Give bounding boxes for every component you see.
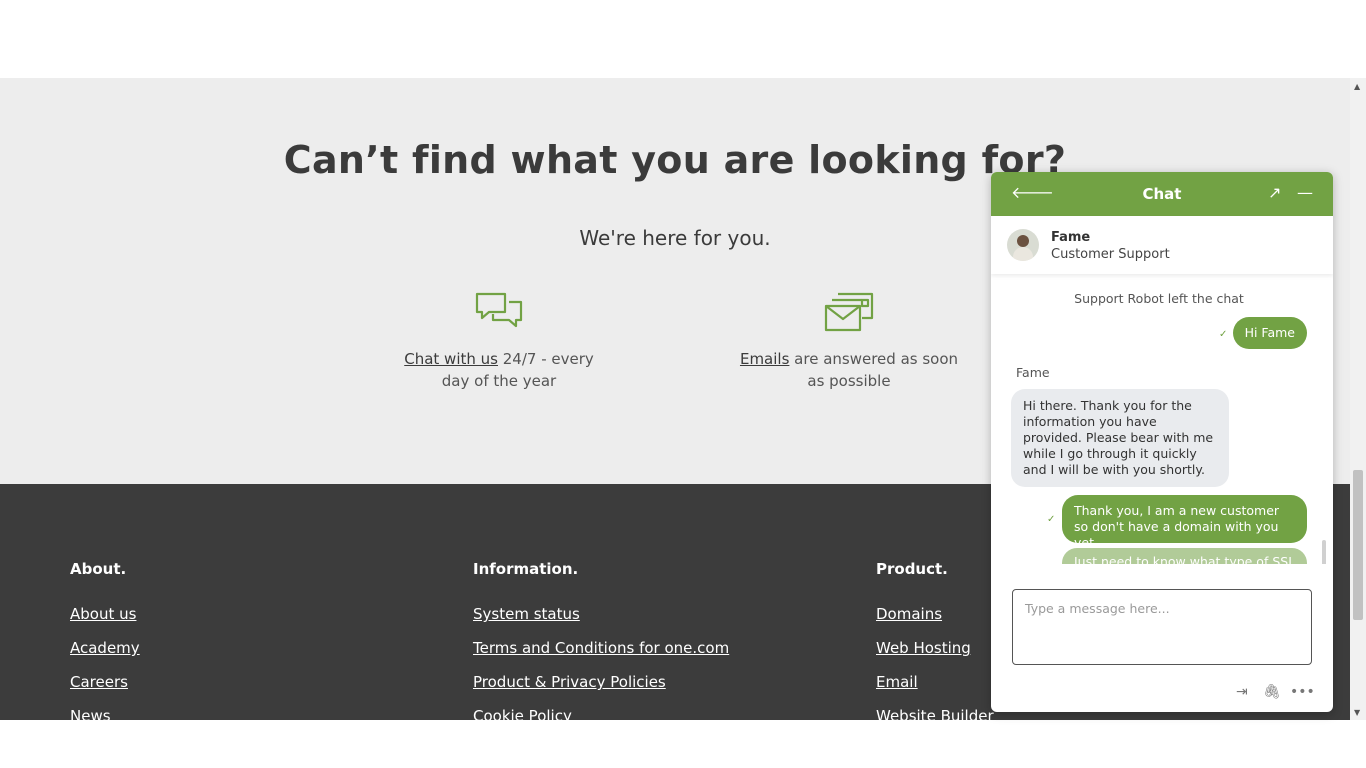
outgoing-message: Hi Fame [1232, 317, 1307, 349]
footer-link-about-us[interactable]: About us [70, 604, 140, 638]
footer-information-column: Information. System status Terms and Con… [473, 560, 729, 740]
agent-info: Fame Customer Support [991, 216, 1333, 274]
footer-link-terms[interactable]: Terms and Conditions for one.com [473, 638, 729, 672]
emails-link[interactable]: Emails [740, 350, 789, 368]
agent-role: Customer Support [1051, 247, 1170, 262]
scroll-thumb[interactable] [1353, 470, 1363, 620]
scroll-up-arrow-icon[interactable]: ▲ [1354, 82, 1360, 91]
incoming-message: Hi there. Thank you for the information … [1011, 389, 1229, 487]
footer-link-privacy[interactable]: Product & Privacy Policies [473, 672, 729, 706]
chat-contact: Chat with us 24/7 - every day of the yea… [389, 290, 609, 392]
message-sender: Fame [1016, 365, 1050, 380]
email-contact-text: are answered as soon as possible [789, 350, 959, 390]
footer-link-academy[interactable]: Academy [70, 638, 140, 672]
chat-title: Chat [1142, 185, 1182, 203]
footer-about-heading: About. [70, 560, 127, 578]
agent-name: Fame [1051, 230, 1091, 245]
chat-widget: 🡐 Chat ↗ — Fame Customer Support Support… [991, 172, 1333, 712]
footer-link-email[interactable]: Email [876, 672, 994, 706]
system-message: Support Robot left the chat [1074, 291, 1244, 306]
outgoing-message: Just need to know what type of SSL [1062, 548, 1307, 564]
footer-link-system-status[interactable]: System status [473, 604, 729, 638]
expand-icon[interactable]: ↗ [1268, 183, 1281, 203]
bottom-blank [0, 720, 1366, 768]
scroll-down-arrow-icon[interactable]: ▼ [1354, 708, 1360, 717]
footer-information-heading: Information. [473, 560, 579, 578]
footer-link-careers[interactable]: Careers [70, 672, 140, 706]
page-scrollbar[interactable]: ▲ ▼ [1350, 78, 1366, 720]
chat-bubbles-icon [475, 292, 523, 328]
sent-check-icon: ✓ [1219, 329, 1228, 340]
email-icon [824, 292, 874, 332]
page: Can’t find what you are looking for? We'… [0, 0, 1366, 768]
minimize-icon[interactable]: — [1297, 183, 1313, 203]
footer-product-column: Product. Domains Web Hosting Email Websi… [876, 560, 994, 740]
chat-header: 🡐 Chat ↗ — [991, 172, 1333, 216]
message-input[interactable] [1012, 589, 1312, 665]
avatar [1007, 229, 1039, 261]
email-contact: Emails are answered as soon as possible [739, 290, 959, 392]
messages-fade [991, 564, 1333, 584]
footer-product-heading: Product. [876, 560, 948, 578]
chat-scrollbar[interactable] [1322, 540, 1326, 564]
attachment-icon[interactable]: 🖇 [1263, 684, 1281, 700]
footer-about-column: About. About us Academy Careers News [70, 560, 140, 740]
footer-link-web-hosting[interactable]: Web Hosting [876, 638, 994, 672]
end-chat-icon[interactable]: ⇥ [1236, 684, 1248, 700]
header-area [0, 0, 1350, 78]
outgoing-message: Thank you, I am a new customer so don't … [1062, 495, 1307, 550]
more-options-icon[interactable]: ••• [1290, 684, 1315, 700]
chat-with-us-link[interactable]: Chat with us [404, 350, 498, 368]
chat-messages[interactable]: Support Robot left the chat ✓ Hi Fame Fa… [991, 274, 1333, 564]
sent-check-icon: ✓ [1047, 514, 1056, 525]
footer-link-domains[interactable]: Domains [876, 604, 994, 638]
